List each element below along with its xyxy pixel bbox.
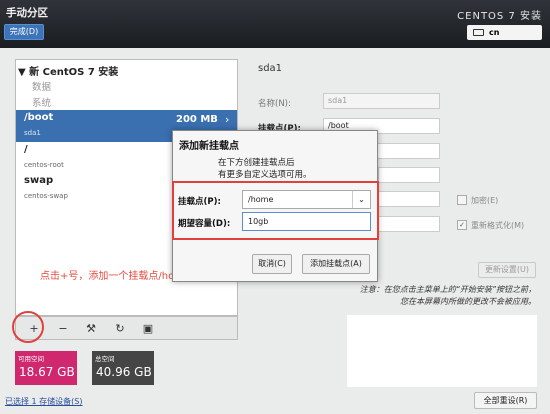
selected-devices-link[interactable]: 已选择 1 存储设备(S) xyxy=(5,396,83,407)
dialog-description: 在下方创建挂载点后 有更多自定义选项可用。 xyxy=(218,157,312,181)
install-title[interactable]: ▼ 新 CentOS 7 安装 xyxy=(18,63,118,78)
note-text: 注意：在您点击主菜单上的“开始安装”按钮之前， 您在本屏幕内所做的更改不会被应用… xyxy=(360,284,536,308)
reformat-label: 重新格式化(M) xyxy=(471,221,525,230)
refresh-icon[interactable]: ↻ xyxy=(112,321,128,336)
done-button[interactable]: 完成(D) xyxy=(4,24,44,40)
page-title: 手动分区 xyxy=(6,7,48,19)
mount-device-label: centos-root xyxy=(24,161,64,169)
section-system: 系统 xyxy=(32,98,52,109)
chevron-down-icon[interactable]: ⌄ xyxy=(352,191,370,208)
add-button-highlight-circle xyxy=(12,311,44,343)
update-settings-button[interactable]: 更新设置(U) xyxy=(478,262,536,278)
available-space-box: 可用空间 18.67 GB xyxy=(15,351,77,385)
filesystem-select[interactable] xyxy=(378,216,440,232)
available-space-label: 可用空间 xyxy=(18,355,44,363)
reformat-checkbox[interactable]: ✓ xyxy=(457,220,467,230)
reset-all-button[interactable]: 全部重设(R) xyxy=(474,392,537,409)
blank-overlay-box xyxy=(347,315,537,387)
note-line-1: 注意：在您点击主菜单上的“开始安装”按钮之前， xyxy=(359,285,536,294)
device-button[interactable] xyxy=(378,167,440,183)
keyboard-icon xyxy=(473,29,484,36)
mount-point-label: /boot xyxy=(24,112,54,123)
keyboard-layout-indicator[interactable]: cn xyxy=(467,25,542,40)
mount-device-label: sda1 xyxy=(24,129,41,137)
mount-size-label: 200 MB xyxy=(176,114,218,125)
partition-toolbar: + − ⚒ ↻ ▣ xyxy=(15,316,238,340)
chevron-right-icon: › xyxy=(225,113,230,126)
disk-icon[interactable]: ▣ xyxy=(140,321,156,336)
dialog-mount-value: /home xyxy=(248,195,274,204)
dialog-add-mount-button[interactable]: 添加挂载点(A) xyxy=(302,254,370,274)
mount-device-label: centos-swap xyxy=(24,192,68,200)
total-space-label: 总空间 xyxy=(95,355,115,363)
remove-mount-button[interactable]: − xyxy=(55,321,71,336)
dialog-cancel-button[interactable]: 取消(C) xyxy=(252,254,292,274)
total-space-box: 总空间 40.96 GB xyxy=(92,351,154,385)
encrypt-checkbox[interactable] xyxy=(457,195,467,205)
dialog-title: 添加新挂载点 xyxy=(179,141,239,152)
dialog-description-line-2: 有更多自定义选项可用。 xyxy=(218,170,312,180)
dialog-description-line-1: 在下方创建挂载点后 xyxy=(218,158,295,168)
mount-point-label: swap xyxy=(24,175,54,186)
dialog-mount-select[interactable]: /home ⌄ xyxy=(242,190,371,209)
dialog-capacity-input[interactable]: 10gb xyxy=(242,212,371,231)
note-line-2: 您在本屏幕内所做的更改不会被应用。 xyxy=(400,297,536,306)
mount-point-label: / xyxy=(24,144,28,155)
keyboard-layout-label: cn xyxy=(489,28,500,37)
configure-icon[interactable]: ⚒ xyxy=(83,321,99,336)
name-label: 名称(N): xyxy=(258,99,291,109)
section-data: 数据 xyxy=(32,82,52,93)
encrypt-label: 加密(E) xyxy=(471,196,499,205)
name-field[interactable]: sda1 xyxy=(323,93,440,109)
installer-title: CENTOS 7 安装 xyxy=(457,11,542,22)
dialog-capacity-label: 期望容量(D): xyxy=(178,219,231,229)
available-space-value: 18.67 GB xyxy=(19,365,75,379)
total-space-value: 40.96 GB xyxy=(96,365,152,379)
device-type-select[interactable] xyxy=(378,191,440,207)
partition-detail-title: sda1 xyxy=(258,63,283,74)
dialog-mount-label: 挂载点(P): xyxy=(178,197,221,207)
header-bar: 手动分区 完成(D) CENTOS 7 安装 cn xyxy=(0,0,550,48)
